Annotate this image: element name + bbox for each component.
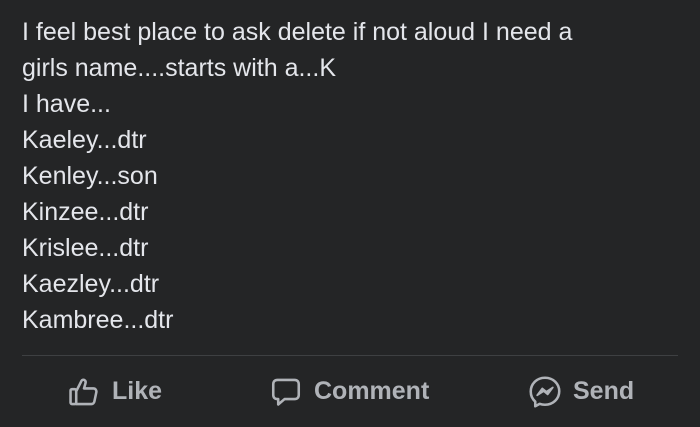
like-label: Like [112,377,163,405]
post-text: I feel best place to ask delete if not a… [22,14,682,338]
send-label: Send [573,377,635,405]
post-text-line: I feel best place to ask delete if not a… [22,18,573,46]
thumbs-up-icon [66,374,102,410]
post-text-line: Kenley...son [22,162,158,190]
comment-label: Comment [314,377,430,405]
post-text-line: Kambree...dtr [22,306,174,334]
post-card: I feel best place to ask delete if not a… [0,0,700,427]
post-actions-bar: Like Comment Send [0,356,700,427]
post-text-line: Kaeley...dtr [22,126,147,154]
speech-bubble-icon [268,374,304,410]
comment-button[interactable]: Comment [268,356,429,427]
send-button[interactable]: Send [527,356,634,427]
post-text-line: girls name....starts with a...K [22,54,336,82]
post-text-line: I have... [22,90,111,118]
post-text-line: Kaezley...dtr [22,270,160,298]
like-button[interactable]: Like [66,356,162,427]
post-text-line: Krislee...dtr [22,234,149,262]
post-text-line: Kinzee...dtr [22,198,149,226]
messenger-icon [527,374,563,410]
